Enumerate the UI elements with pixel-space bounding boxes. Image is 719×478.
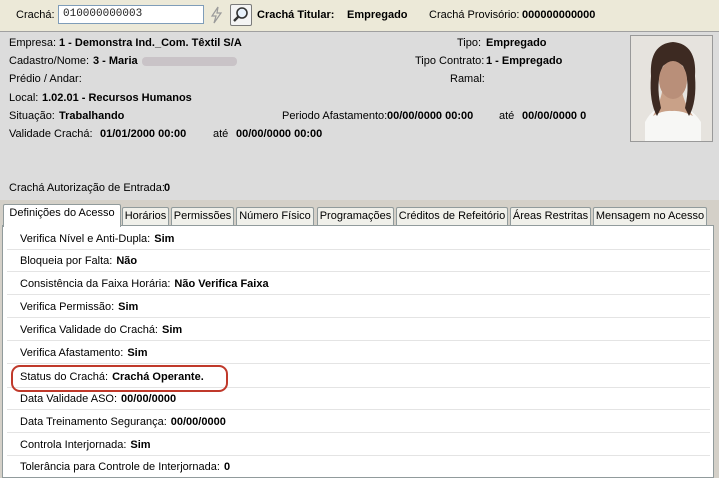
cracha-input[interactable]: 010000000003 (58, 5, 204, 24)
row-treinamento-seguranca: Data Treinamento Segurança: 00/00/0000 (7, 411, 710, 433)
tab-definicoes-acesso[interactable]: Definições do Acesso (3, 204, 121, 227)
empresa-value: 1 - Demonstra Ind._Com. Têxtil S/A (59, 37, 242, 49)
employee-photo (630, 35, 713, 142)
row-validade-cracha: Verifica Validade do Crachá: Sim (7, 319, 710, 341)
row-controla-interjornada: Controla Interjornada: Sim (7, 434, 710, 456)
row-nivel-anti-dupla: Verifica Nível e Anti-Dupla: Sim (7, 228, 710, 250)
tab-permissoes[interactable]: Permissões (171, 207, 234, 225)
validade-to: 00/00/0000 00:00 (236, 128, 323, 140)
autorizacao-label: Crachá Autorização de Entrada: (9, 182, 165, 194)
validade-from: 01/01/2000 00:00 (100, 128, 187, 140)
validade-label: Validade Crachá: (9, 128, 93, 140)
tab-areas-restritas[interactable]: Áreas Restritas (510, 207, 591, 225)
tab-mensagem-acesso[interactable]: Mensagem no Acesso (593, 207, 707, 225)
validade-ate: até (213, 128, 229, 140)
local-label: Local: (9, 92, 39, 104)
afastamento-to: 00/00/0000 0 (522, 110, 587, 122)
titular-value: Empregado (347, 9, 408, 21)
tab-numero-fisico[interactable]: Número Físico (236, 207, 314, 225)
flash-icon[interactable] (207, 5, 227, 25)
tipo-value: Empregado (486, 37, 547, 49)
tab-creditos-refeitorio[interactable]: Créditos de Refeitório (396, 207, 508, 225)
row-bloqueia-falta: Bloqueia por Falta: Não (7, 250, 710, 272)
situacao-value: Trabalhando (59, 110, 125, 122)
tipo-contrato-value: 1 - Empregado (486, 55, 563, 67)
row-verifica-permissao: Verifica Permissão: Sim (7, 296, 710, 318)
cracha-label: Crachá: (16, 9, 55, 21)
afastamento-from: 00/00/0000 00:00 (387, 110, 474, 122)
cadastro-value: 3 - Maria (93, 55, 237, 67)
situacao-label: Situação: (9, 110, 55, 122)
tipo-contrato-label: Tipo Contrato: (415, 55, 485, 67)
redacted-name (141, 56, 237, 66)
autorizacao-value: 0 (164, 182, 171, 194)
row-verifica-afastamento: Verifica Afastamento: Sim (7, 342, 710, 364)
afastamento-ate: até (499, 110, 515, 122)
status-highlight-annotation (11, 365, 228, 392)
provisorio-label: Crachá Provisório: (429, 9, 520, 21)
predio-label: Prédio / Andar: (9, 73, 82, 85)
tipo-label: Tipo: (457, 37, 482, 49)
provisorio-value: 000000000000 (522, 9, 596, 21)
local-value: 1.02.01 - Recursos Humanos (42, 92, 192, 104)
row-faixa-horaria: Consistência da Faixa Horária: Não Verifi… (7, 273, 710, 295)
tab-strip: Definições do Acesso Horários Permissões… (0, 203, 719, 227)
tab-horarios[interactable]: Horários (122, 207, 169, 225)
row-tolerancia-interjornada: Tolerância para Controle de Interjornada… (20, 461, 231, 473)
tab-programacoes[interactable]: Programações (317, 207, 394, 225)
ramal-label: Ramal: (450, 73, 485, 85)
titular-label: Crachá Titular: (257, 9, 335, 21)
cadastro-label: Cadastro/Nome: (9, 55, 90, 67)
search-button[interactable] (230, 4, 252, 26)
window-edge (714, 225, 719, 478)
empresa-label: Empresa: (9, 37, 57, 49)
search-icon (233, 7, 248, 22)
afastamento-label: Periodo Afastamento: (282, 110, 388, 122)
